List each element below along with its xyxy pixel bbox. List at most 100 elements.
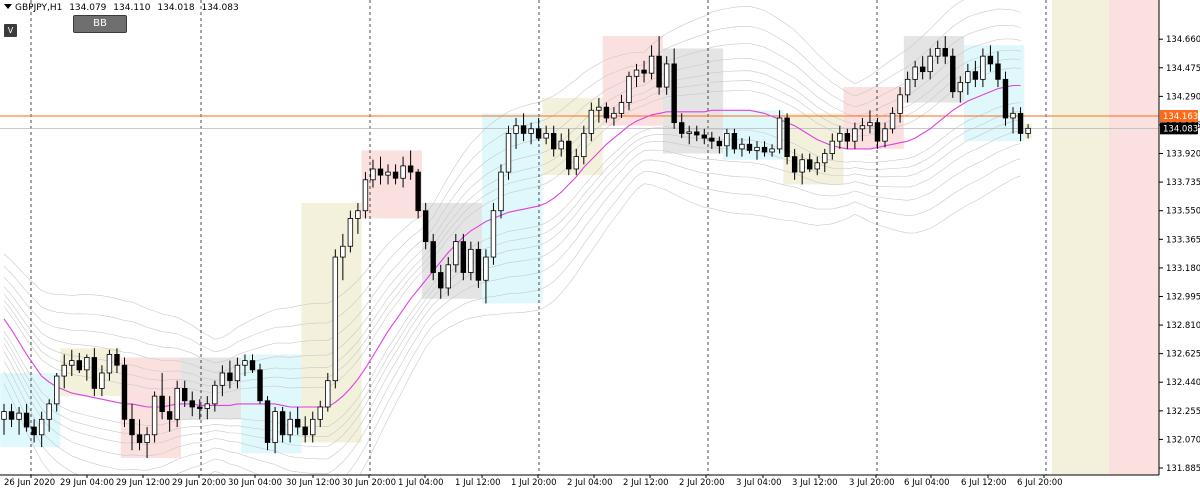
bull-candle-body [611,112,617,119]
bear-candle-body [91,357,98,389]
candle [264,396,271,451]
bear-candle-body [159,395,165,412]
bull-candle-body [543,133,549,139]
bear-candle-body [392,171,399,179]
bear-candle-body [791,156,798,173]
x-tick-label: 2 Jul 20:00 [679,478,725,488]
bear-candle-body [566,140,572,170]
bull-candle-body [965,71,971,83]
y-tick-label: 133.550 [1166,207,1200,217]
bull-candle-body [355,210,361,219]
bear-candle-body [942,48,948,57]
candle [1002,71,1009,126]
last-price-tag-text: 134.083 [1163,124,1198,134]
session-box [361,150,422,219]
bull-candle-body [724,133,730,147]
ohlc-high: 134.110 [113,3,151,13]
bear-candle-body [430,241,436,273]
v-button[interactable]: V [4,24,17,37]
bear-candle-body [746,143,753,151]
bull-candle-body [370,168,376,181]
bear-candle-body [694,131,700,136]
bull-candle-body [829,140,835,154]
bull-candle-body [935,48,941,57]
bull-candle-body [648,55,655,74]
bear-candle-body [438,272,444,289]
bull-candle-body [483,256,489,281]
bull-candle-body [385,171,391,176]
x-tick-label: 29 Jun 12:00 [116,478,170,488]
bull-candle-body [889,112,896,130]
bear-candle-body [844,133,851,142]
bull-candle-body [1010,112,1016,119]
candle [332,249,339,389]
bull-candle-body [528,128,534,134]
bull-candle-body [633,69,640,77]
x-tick-label: 26 Jun 2020 [4,478,55,488]
chart-header: GBPJPY,H1 134.079 134.110 134.018 134.08… [4,3,243,13]
bear-candle-body [641,69,647,74]
bull-candle-body [468,248,474,273]
bull-candle-body [61,364,67,377]
bear-candle-body [114,354,120,366]
candle [498,164,504,219]
bull-candle-body [769,148,775,153]
bb-button[interactable]: BB [73,15,127,33]
candle [151,391,158,443]
bull-candle-body [347,218,354,247]
bear-candle-body [249,360,256,371]
bear-candle-body [182,388,188,402]
bear-candle-body [121,364,128,420]
x-tick-label: 29 Jun 04:00 [60,478,114,488]
bear-candle-body [136,434,143,443]
bull-candle-body [957,82,964,93]
bull-candle-body [596,106,602,111]
bull-candle-body [573,156,579,170]
bear-candle-body [415,171,421,212]
bear-candle-body [23,412,30,428]
y-tick-label: 131.885 [1166,464,1200,474]
bear-candle-body [701,134,707,139]
bear-candle-body [716,140,723,147]
bear-candle-body [784,117,790,158]
y-tick-label: 133.920 [1166,150,1200,160]
bull-candle-body [558,140,564,150]
bull-candle-body [317,406,323,420]
bull-candle-body [822,153,828,164]
x-tick-label: 1 Jul 12:00 [455,478,501,488]
x-tick-label: 3 Jul 12:00 [792,478,838,488]
y-tick-label: 132.255 [1166,407,1200,417]
x-tick-label: 29 Jun 20:00 [172,478,226,488]
bull-candle-body [814,162,820,170]
chevron-down-icon[interactable] [4,4,12,9]
bear-candle-body [995,63,1001,80]
bear-candle-body [129,418,135,436]
symbol-timeframe: GBPJPY,H1 [15,3,63,13]
bull-candle-body [852,128,858,142]
bear-candle-body [31,426,37,436]
bear-candle-body [761,146,768,153]
bull-candle-body [663,63,670,88]
bull-candle-body [1025,127,1031,134]
bear-candle-body [550,133,557,150]
y-tick-label: 133.735 [1166,178,1200,188]
bull-candle-body [272,411,278,443]
y-tick-label: 134.660 [1166,35,1200,45]
level-price-tag-text: 134.163 [1163,112,1198,122]
bull-candle-body [505,133,512,173]
bull-candle-body [867,122,873,127]
bull-candle-body [242,360,248,366]
bear-candle-body [1002,78,1009,119]
price-chart[interactable]: 134.660134.475134.290134.105133.920133.7… [0,0,1200,489]
x-tick-label: 3 Jul 20:00 [849,478,895,488]
bull-candle-body [904,78,911,96]
future-zone [1109,0,1159,475]
bull-candle-body [799,159,805,173]
bull-candle-body [897,94,903,114]
bull-candle-body [581,133,587,158]
chart[interactable]: 134.660134.475134.290134.105133.920133.7… [0,0,1200,489]
bear-candle-body [671,63,677,124]
bear-candle-body [166,411,173,420]
bull-candle-body [754,146,760,151]
bull-candle-body [837,133,843,142]
